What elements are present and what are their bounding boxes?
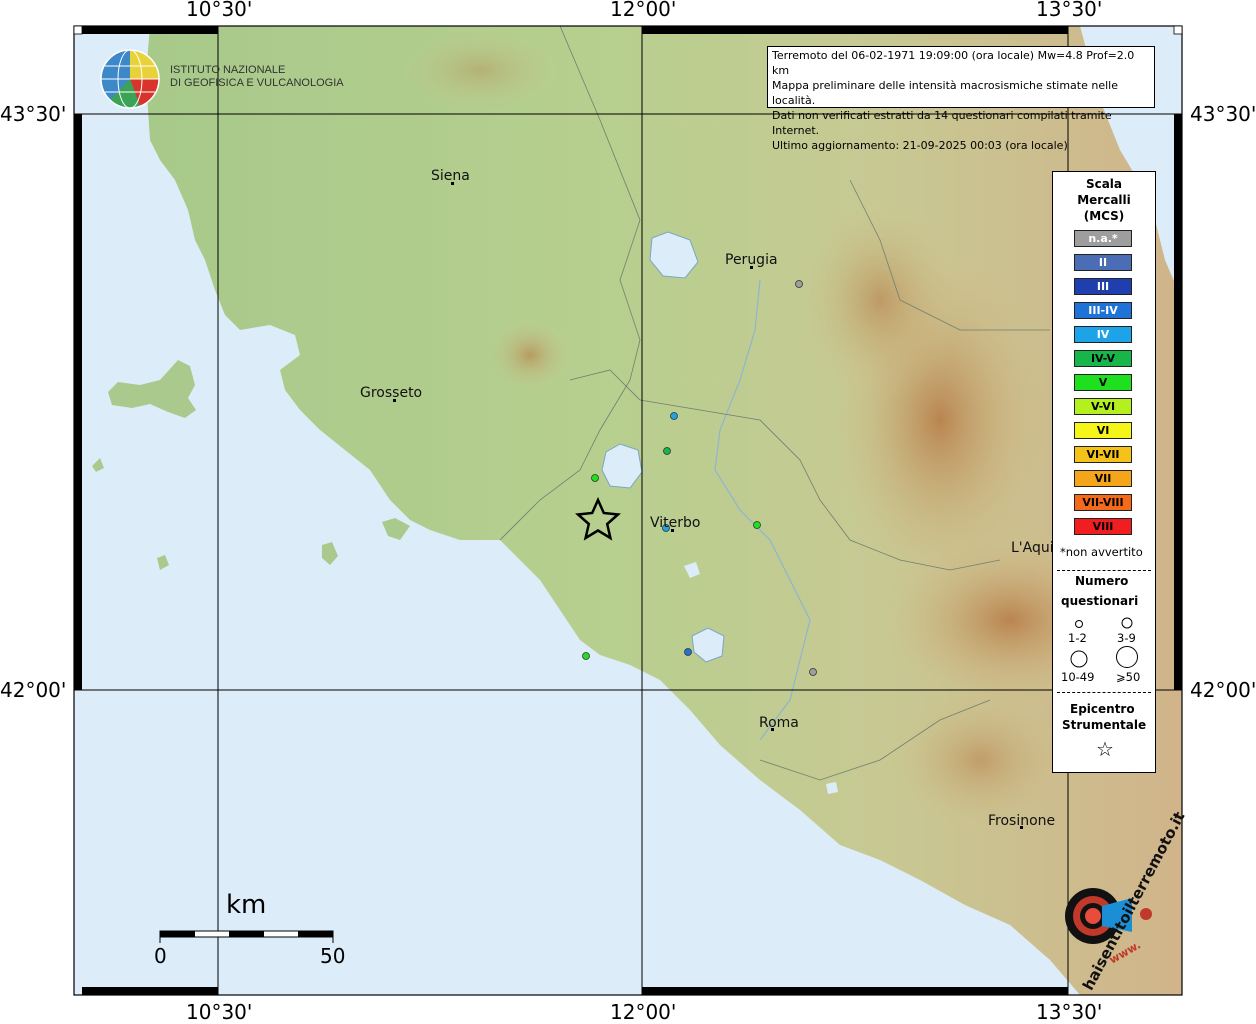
legend-epicentro-title-2: Strumentale [1062,718,1147,732]
ingv-logo-icon [100,49,160,109]
legend-swatch-vii-viii: VII-VIII [1074,494,1132,511]
legend-swatch-ii: II [1074,254,1132,271]
legend-swatch-vi: VI [1074,422,1132,439]
legend-swatch-iv-v: IV-V [1074,350,1132,367]
lon-label-bottom-3: 13°30' [1036,1000,1103,1024]
legend-swatch-vii: VII [1074,470,1132,487]
info-line-2: Mappa preliminare delle intensità macros… [772,79,1118,107]
legend-swatch-iii: III [1074,278,1132,295]
mcs-legend: Scala Mercalli (MCS) n.a.* II III III-IV IV I… [1052,171,1156,773]
lon-label-bottom-1: 10°30' [186,1000,253,1024]
lon-label-top-1: 10°30' [186,0,253,21]
legend-numero-title-2: questionari [1061,594,1139,608]
observation-point [684,648,692,656]
legend-epicentro-star-icon: ☆ [1096,737,1114,761]
city-marker-siena [451,182,454,185]
lat-label-left-1: 43°30' [0,102,67,126]
city-marker-viterbo [671,529,674,532]
legend-swatch-viii: VIII [1074,518,1132,535]
legend-epicentro-title-1: Epicentro [1070,702,1135,716]
legend-swatch-iv: IV [1074,326,1132,343]
city-label-viterbo: Viterbo [650,515,701,531]
city-marker-roma [771,728,774,731]
map-figure: 10°30' 12°00' 13°30' 10°30' 12°00' 13°30… [0,0,1256,1024]
legend-divider-2 [1057,692,1151,693]
ingv-logo-line2: DI GEOFISICA E VULCANOLOGIA [170,77,344,89]
observation-point [591,474,599,482]
observation-point [663,447,671,455]
lat-label-right-2: 42°00' [1190,678,1256,702]
observation-point [753,521,761,529]
lon-label-bottom-2: 12°00' [610,1000,677,1024]
legend-size-1-2: 1-2 [1068,631,1087,645]
city-marker-frosinone [1020,826,1023,829]
city-marker-grosseto [393,399,396,402]
haisentito-badge-text: haisentitoilterremoto.it www. [1040,809,1189,994]
scale-bar-unit: km [226,890,267,920]
legend-title-line2: Mercalli [1077,193,1131,207]
event-info-box: Terremoto del 06-02-1971 19:09:00 (ora l… [767,46,1155,152]
legend-swatch-vi-vii: VI-VII [1074,446,1132,463]
legend-size-50: ⩾50 [1116,670,1141,684]
scale-bar-end: 50 [320,944,346,968]
legend-title: Scala Mercalli (MCS) [1053,176,1155,224]
info-line-4: Ultimo aggiornamento: 21-09-2025 00:03 (… [772,139,1068,152]
observation-point [809,668,817,676]
ingv-logo-text: ISTITUTO NAZIONALE DI GEOFISICA E VULCAN… [170,64,344,90]
city-label-laquila: L'Aqui [1011,540,1054,556]
info-line-3: Dati non verificati estratti da 14 quest… [772,109,1112,137]
observation-point [795,280,803,288]
legend-size-3-9: 3-9 [1117,631,1136,645]
legend-divider-1 [1057,570,1151,571]
lat-label-right-1: 43°30' [1190,102,1256,126]
legend-swatch-iii-iv: III-IV [1074,302,1132,319]
legend-swatch-n-a-: n.a.* [1074,230,1132,247]
legend-swatch-v-vi: V-VI [1074,398,1132,415]
lat-label-left-2: 42°00' [0,678,67,702]
scale-bar-start: 0 [154,944,167,968]
city-label-roma: Roma [759,715,799,731]
city-marker-perugia [750,266,753,269]
legend-title-line1: Scala [1085,177,1123,191]
info-line-1: Terremoto del 06-02-1971 19:09:00 (ora l… [772,49,1135,77]
city-label-grosseto: Grosseto [360,385,423,401]
lon-label-top-3: 13°30' [1036,0,1103,21]
legend-swatch-v: V [1074,374,1132,391]
observation-point [670,412,678,420]
legend-non-avvertito: *non avvertito [1060,545,1143,559]
legend-size-10-49: 10-49 [1061,670,1095,684]
ingv-logo-line1: ISTITUTO NAZIONALE [170,64,286,76]
lon-label-top-2: 12°00' [610,0,677,21]
legend-numero-title-1: Numero [1075,574,1129,588]
observation-point [582,652,590,660]
legend-title-line3: (MCS) [1083,209,1125,223]
